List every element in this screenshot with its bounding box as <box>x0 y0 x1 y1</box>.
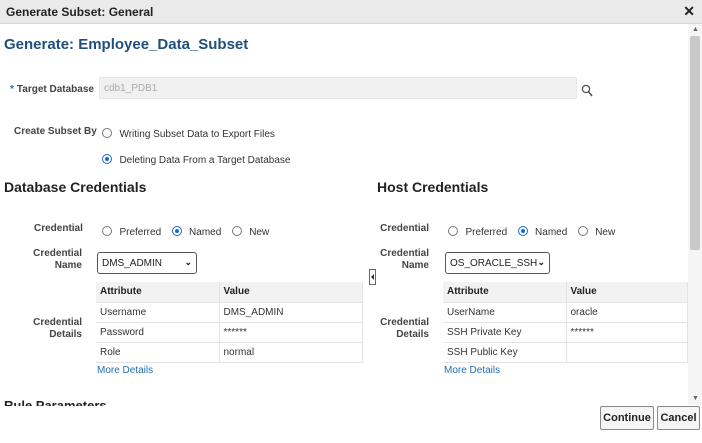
host-credential-radios: Preferred Named New <box>448 222 615 240</box>
host-more-details-link[interactable]: More Details <box>444 365 500 376</box>
label-line: Credential <box>33 317 82 328</box>
radio-label: New <box>595 227 616 238</box>
label-line: Details <box>396 329 429 340</box>
search-icon[interactable] <box>581 84 593 98</box>
table-cell: oracle <box>566 302 688 323</box>
radio-label: Deleting Data From a Target Database <box>119 155 291 166</box>
select-value: DMS_ADMIN <box>102 258 163 269</box>
host-credential-name-label: Credential Name <box>379 248 429 272</box>
host-credential-details-label: Credential Details <box>379 317 429 341</box>
radio-label: Preferred <box>119 227 162 238</box>
label-line: Credential <box>380 317 429 328</box>
continue-button[interactable]: Continue <box>600 406 654 430</box>
dialog-titlebar: Generate Subset: General ✕ <box>0 0 702 24</box>
table-row: SSH Public Key <box>443 342 688 363</box>
column-header: Value <box>219 282 363 303</box>
label-line: Credential <box>33 248 82 259</box>
host-credential-table: Attribute Value UserName oracle SSH Priv… <box>443 282 688 363</box>
host-credential-name-select[interactable]: OS_ORACLE_SSH ⌄ <box>445 252 550 274</box>
table-cell: DMS_ADMIN <box>219 302 363 323</box>
table-cell: ****** <box>219 322 363 343</box>
chevron-down-icon: ⌄ <box>184 257 192 267</box>
table-cell: Password <box>96 322 220 343</box>
label-line: Name <box>401 260 429 271</box>
table-cell: SSH Private Key <box>443 322 567 343</box>
rule-parameters-section: Rule Parameters <box>0 397 600 406</box>
cancel-button[interactable]: Cancel <box>657 406 700 430</box>
db-credential-radios: Preferred Named New <box>102 222 269 240</box>
label-line: Credential <box>380 248 429 259</box>
table-row: SSH Private Key ****** <box>443 322 688 343</box>
table-row: Password ****** <box>96 322 363 343</box>
db-credential-label: Credential <box>34 223 83 234</box>
db-credential-name-select[interactable]: DMS_ADMIN ⌄ <box>97 252 197 274</box>
table-row: Username DMS_ADMIN <box>96 302 363 323</box>
radio-delete-target[interactable]: Deleting Data From a Target Database <box>102 150 290 168</box>
required-mark: * <box>10 84 14 95</box>
close-icon[interactable]: ✕ <box>683 3 695 20</box>
column-header: Attribute <box>96 282 220 303</box>
table-cell: Username <box>96 302 220 323</box>
db-credential-details-label: Credential Details <box>32 317 82 341</box>
radio-new[interactable] <box>577 225 588 236</box>
host-credential-label: Credential <box>380 223 429 234</box>
panel-splitter-handle[interactable] <box>369 269 376 285</box>
column-header: Value <box>566 282 688 303</box>
scroll-down-arrow[interactable]: ▼ <box>692 395 699 402</box>
table-cell: UserName <box>443 302 567 323</box>
radio-new[interactable] <box>231 225 242 236</box>
database-credentials-heading: Database Credentials <box>4 179 147 195</box>
table-cell: normal <box>219 342 363 363</box>
target-database-label-text: Target Database <box>16 84 94 95</box>
radio-button[interactable] <box>102 127 112 138</box>
label-line: Details <box>49 329 82 340</box>
scroll-up-arrow[interactable]: ▲ <box>692 26 699 33</box>
page-title: Generate: Employee_Data_Subset <box>4 36 249 53</box>
table-row: Role normal <box>96 342 363 363</box>
radio-named[interactable] <box>171 225 182 236</box>
radio-preferred[interactable] <box>102 225 112 236</box>
create-subset-label: Create Subset By <box>14 126 97 137</box>
scrollbar-thumb[interactable] <box>690 36 700 250</box>
table-cell <box>566 342 688 363</box>
table-cell: ****** <box>566 322 688 343</box>
radio-label: Preferred <box>465 227 508 238</box>
table-cell: SSH Public Key <box>443 342 567 363</box>
radio-label: Named <box>189 227 222 238</box>
radio-preferred[interactable] <box>448 225 458 236</box>
table-row: UserName oracle <box>443 302 688 323</box>
label-line: Name <box>54 260 82 271</box>
table-header-row: Attribute Value <box>443 282 688 303</box>
db-more-details-link[interactable]: More Details <box>97 365 153 376</box>
db-credential-name-label: Credential Name <box>32 248 82 272</box>
rule-parameters-heading: Rule Parameters <box>4 398 107 406</box>
table-header-row: Attribute Value <box>96 282 363 303</box>
target-database-label: * Target Database <box>10 84 94 95</box>
radio-label: Writing Subset Data to Export Files <box>119 129 275 140</box>
column-header: Attribute <box>443 282 567 303</box>
chevron-down-icon: ⌄ <box>537 257 545 267</box>
radio-label: Named <box>535 227 568 238</box>
target-database-input[interactable]: cdb1_PDB1 <box>99 77 577 99</box>
radio-export-files[interactable]: Writing Subset Data to Export Files <box>102 124 275 142</box>
host-credentials-heading: Host Credentials <box>377 179 489 195</box>
table-cell: Role <box>96 342 220 363</box>
dialog-title: Generate Subset: General <box>6 5 154 19</box>
radio-named[interactable] <box>517 225 528 236</box>
radio-button-selected[interactable] <box>102 153 112 164</box>
select-value: OS_ORACLE_SSH <box>450 258 538 269</box>
db-credential-table: Attribute Value Username DMS_ADMIN Passw… <box>96 282 363 363</box>
radio-label: New <box>249 227 270 238</box>
